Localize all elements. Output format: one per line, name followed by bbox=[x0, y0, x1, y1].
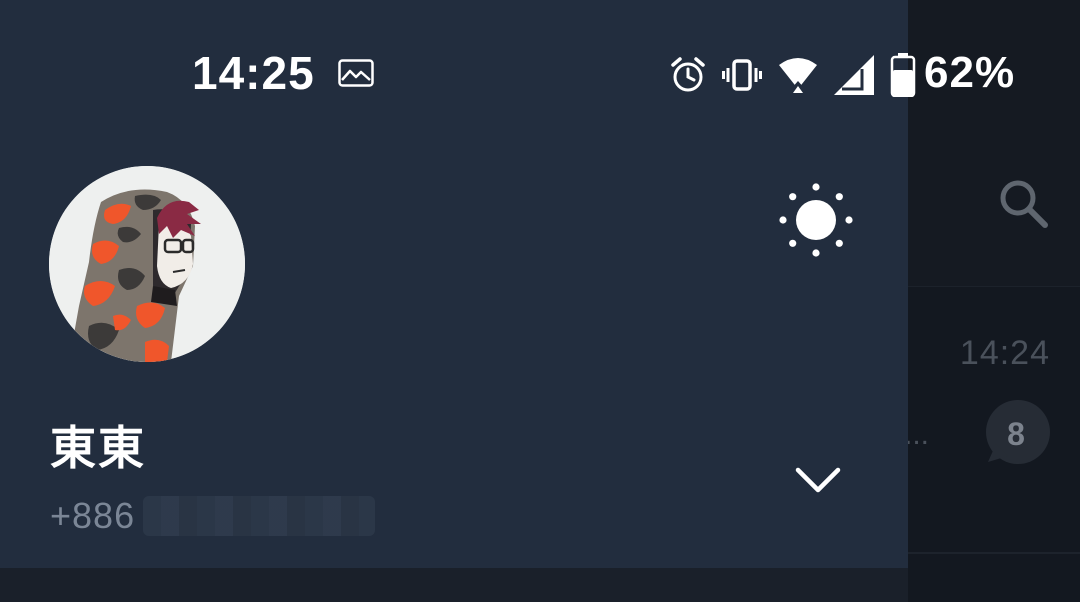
avatar[interactable] bbox=[49, 166, 245, 362]
battery-percent: 62% bbox=[924, 48, 1016, 97]
signal-icon bbox=[832, 53, 876, 97]
phone-number-redacted bbox=[143, 496, 376, 536]
status-icons bbox=[668, 50, 916, 100]
list-divider bbox=[908, 552, 1080, 554]
navigation-drawer: 14:25 62% 東東 +886 bbox=[0, 0, 1014, 602]
profile-phone: +886 bbox=[50, 494, 376, 538]
gallery-icon bbox=[338, 59, 374, 87]
vibrate-icon bbox=[722, 55, 762, 95]
unread-count: 8 bbox=[1007, 416, 1025, 452]
drawer-menu-area bbox=[0, 568, 908, 602]
sun-icon[interactable] bbox=[776, 180, 856, 260]
alarm-icon bbox=[668, 55, 708, 95]
screen: 14:24 ... 8 14:25 62% 東東 +886 bbox=[0, 0, 1080, 602]
phone-prefix: +886 bbox=[50, 495, 136, 536]
chevron-down-icon[interactable] bbox=[790, 460, 846, 500]
status-time: 14:25 bbox=[192, 47, 315, 99]
profile-name: 東東 bbox=[50, 422, 146, 474]
wifi-icon bbox=[778, 55, 818, 95]
search-icon[interactable] bbox=[992, 172, 1052, 232]
battery-icon bbox=[890, 53, 916, 97]
chat-time: 14:24 bbox=[959, 334, 1050, 372]
